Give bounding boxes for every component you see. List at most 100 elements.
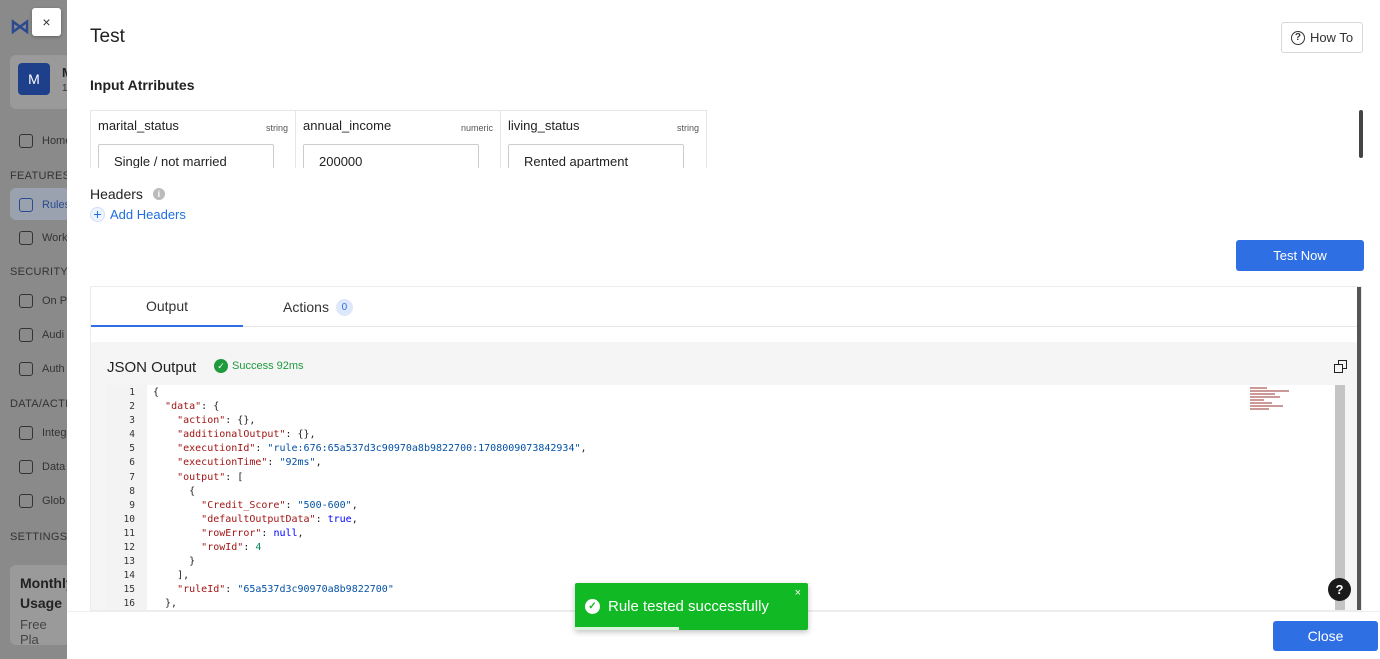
- line-number: 11: [123, 527, 135, 539]
- test-modal: Test ? How To Input Atrributes marital_s…: [67, 0, 1380, 659]
- success-status: ✓ Success 92ms: [214, 359, 304, 373]
- background-sidebar: ⋈ M M 1 Home FEATURES Rules Work SECURIT…: [0, 0, 67, 659]
- line-number: 10: [123, 513, 135, 525]
- help-button[interactable]: ?: [1328, 578, 1351, 601]
- result-panel: Output Actions 0 JSON Output ✓ Success 9…: [90, 286, 1362, 611]
- code-line: 2 "data": {: [107, 400, 1345, 414]
- rules-icon: [19, 198, 33, 212]
- globe-icon: [19, 494, 33, 508]
- plus-icon: +: [90, 207, 105, 222]
- line-number: 14: [123, 570, 135, 582]
- attribute-type: numeric: [460, 123, 493, 133]
- org-avatar: M: [18, 63, 50, 95]
- line-number: 1: [129, 387, 135, 398]
- check-circle-icon: ✓: [585, 599, 600, 614]
- toast-close-button[interactable]: ×: [795, 587, 801, 599]
- attributes-scrollbar[interactable]: [1359, 110, 1363, 158]
- code-text: "Credit_Score": "500-600",: [201, 499, 358, 511]
- code-line: 5 "executionId": "rule:676:65a537d3c9097…: [107, 442, 1345, 456]
- add-headers-button[interactable]: + Add Headers: [90, 207, 186, 222]
- line-number: 4: [129, 429, 135, 441]
- plug-icon: [19, 426, 33, 440]
- code-text: "additionalOutput": {},: [177, 429, 316, 441]
- sidebar-item-on-prem: On P: [19, 294, 67, 308]
- data-icon: [19, 460, 33, 474]
- code-line: 6 "executionTime": "92ms",: [107, 456, 1345, 470]
- close-button[interactable]: Close: [1273, 621, 1378, 651]
- sidebar-item-auth: Auth: [19, 362, 65, 376]
- code-text: "rowId": 4: [201, 542, 262, 554]
- workflow-icon: [19, 231, 33, 245]
- code-text: "data": {: [165, 401, 220, 413]
- code-lines: 1{2 "data": {3 "action": {}, 4 "additiona…: [107, 386, 1345, 610]
- code-text: "executionId": "rule:676:65a537d3c90970a…: [177, 443, 587, 455]
- code-text: "ruleId": "65a537d3c90970a8b9822700": [177, 584, 394, 596]
- attribute-name: marital_status: [98, 118, 179, 133]
- code-line: 14 ],: [107, 569, 1345, 583]
- code-text: }: [153, 556, 196, 568]
- success-toast: ✓ Rule tested successfully ×: [575, 583, 808, 630]
- marital-status-input[interactable]: Single / not married: [98, 144, 274, 168]
- json-output-title: JSON Output: [107, 359, 197, 376]
- key-icon: [19, 362, 33, 376]
- info-icon[interactable]: i: [152, 188, 165, 200]
- input-attributes-table: marital_status string Single / not marri…: [90, 110, 707, 168]
- code-text: "action": {},: [177, 415, 256, 427]
- living-status-input[interactable]: Rented apartment: [508, 144, 684, 168]
- check-circle-icon: ✓: [214, 359, 228, 373]
- code-text: "rowError": null,: [201, 527, 304, 539]
- code-minimap[interactable]: [1250, 387, 1305, 417]
- sidebar-item-workflow: Work: [19, 231, 67, 245]
- tab-output[interactable]: Output: [91, 287, 243, 327]
- code-line: 3 "action": {},: [107, 414, 1345, 428]
- code-line: 12 "rowId": 4: [107, 541, 1345, 555]
- attribute-type: string: [265, 123, 288, 133]
- section-features: FEATURES: [10, 170, 67, 182]
- code-line: 13 }: [107, 555, 1345, 569]
- attribute-name: living_status: [508, 118, 580, 133]
- section-security: SECURITY: [10, 266, 67, 278]
- code-line: 10 "defaultOutputData": true,: [107, 513, 1345, 527]
- section-data-actions: DATA/ACTI: [10, 398, 67, 410]
- close-modal-button[interactable]: ×: [32, 8, 61, 36]
- sidebar-item-global: Glob: [19, 494, 65, 508]
- input-attributes-label: Input Atrributes: [90, 77, 195, 93]
- tab-actions[interactable]: Actions 0: [243, 287, 393, 327]
- code-line: 11 "rowError": null,: [107, 527, 1345, 541]
- sidebar-item-home: Home: [19, 134, 67, 148]
- code-line: 1{: [107, 386, 1345, 400]
- toast-progress-bar: [575, 627, 679, 630]
- code-line: 8 {: [107, 485, 1345, 499]
- sidebar-item-integrations: Integ: [19, 426, 66, 440]
- result-scrollbar[interactable]: [1357, 287, 1361, 610]
- annual-income-input[interactable]: 200000: [303, 144, 479, 168]
- code-text: ],: [153, 570, 190, 582]
- actions-count-badge: 0: [335, 298, 353, 316]
- result-tabs: Output Actions 0: [91, 287, 1361, 327]
- org-card: M M 1: [10, 55, 67, 109]
- line-number: 12: [123, 542, 135, 554]
- test-now-button[interactable]: Test Now: [1236, 240, 1364, 271]
- line-number: 6: [129, 457, 135, 469]
- audit-icon: [19, 328, 33, 342]
- line-number: 7: [129, 471, 135, 483]
- json-code-editor[interactable]: 1{2 "data": {3 "action": {}, 4 "additiona…: [107, 385, 1345, 610]
- line-number: 2: [129, 401, 135, 413]
- line-number: 15: [123, 584, 135, 596]
- usage-card: Monthly Usage Free Pla: [10, 565, 67, 647]
- code-text: "output": [: [177, 471, 244, 483]
- code-text: "defaultOutputData": true,: [201, 513, 358, 525]
- code-text: {: [153, 485, 196, 497]
- line-number: 8: [129, 485, 135, 497]
- line-number: 13: [123, 556, 135, 568]
- copy-icon[interactable]: [1334, 360, 1347, 373]
- line-number: 16: [123, 598, 135, 610]
- how-to-button[interactable]: ? How To: [1281, 22, 1363, 53]
- code-line: 9 "Credit_Score": "500-600",: [107, 499, 1345, 513]
- sidebar-item-audit: Audi: [19, 328, 64, 342]
- on-prem-icon: [19, 294, 33, 308]
- line-number: 5: [129, 443, 135, 455]
- toast-message: Rule tested successfully: [608, 598, 769, 615]
- line-number: 3: [129, 415, 135, 427]
- section-settings: SETTINGS: [10, 531, 67, 543]
